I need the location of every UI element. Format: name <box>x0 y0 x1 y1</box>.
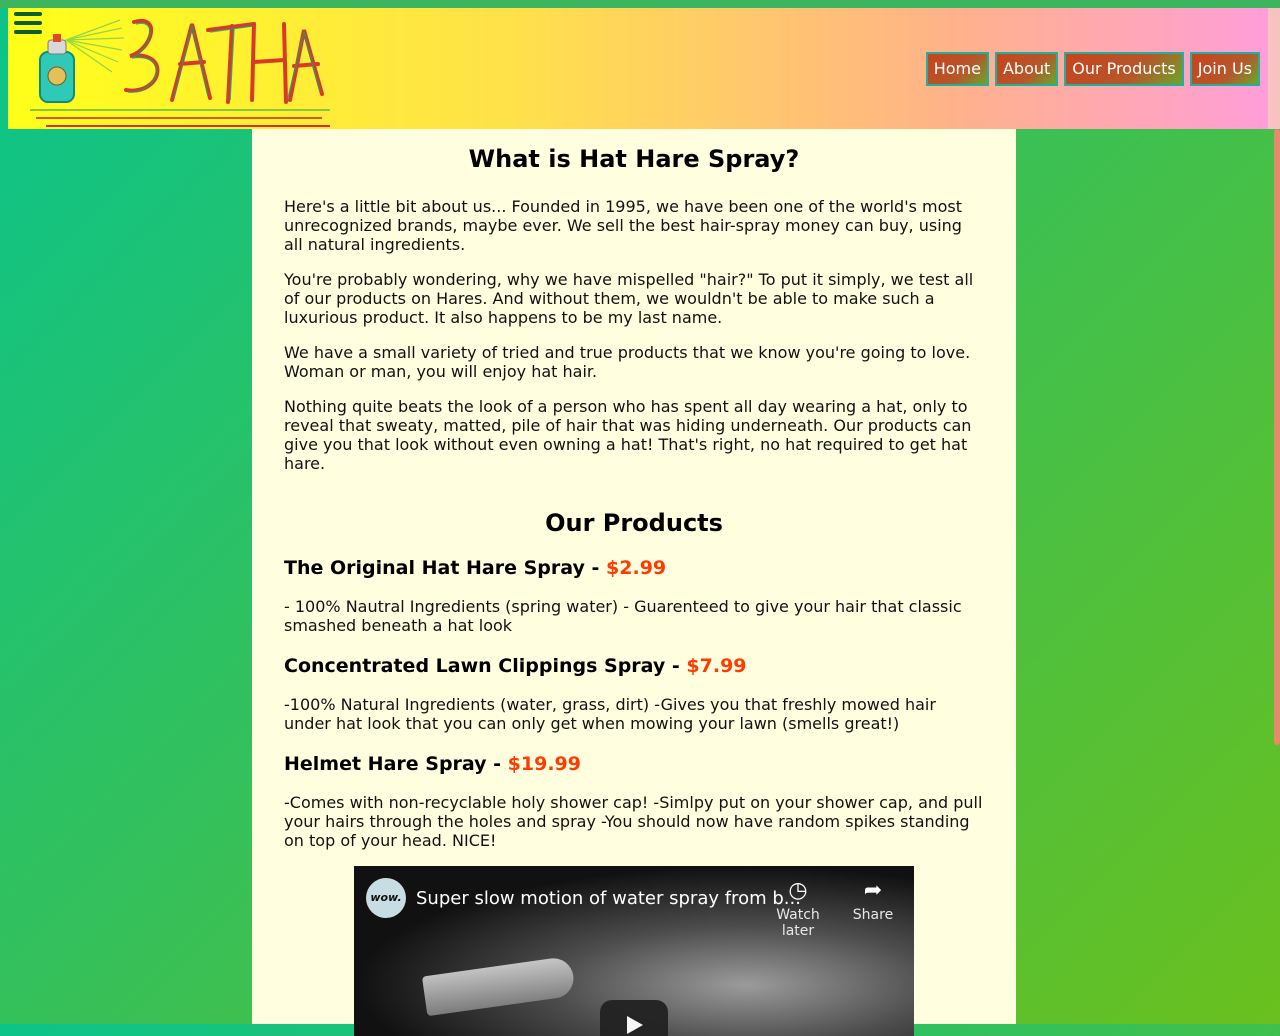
video-thumbnail-spray-bottle <box>421 955 577 1017</box>
nav-join-us-button[interactable]: Join Us <box>1189 52 1260 86</box>
share-label: Share <box>852 907 894 923</box>
nav-our-products-button[interactable]: Our Products <box>1064 52 1184 86</box>
site-header: Home About Our Products Join Us <box>8 8 1268 129</box>
video-title[interactable]: Super slow motion of water spray from b.… <box>416 888 801 909</box>
top-strip <box>0 0 1280 8</box>
product-description: -Comes with non-recyclable holy shower c… <box>284 793 983 850</box>
product-description: - 100% Nautral Ingredients (spring water… <box>284 597 962 635</box>
product-description: -100% Natural Ingredients (water, grass,… <box>284 695 936 733</box>
main-content: What is Hat Hare Spray? Here's a little … <box>252 129 1016 1036</box>
hathar-logo[interactable] <box>22 10 332 128</box>
product-price: $19.99 <box>507 753 581 775</box>
product-name: Concentrated Lawn Clippings Spray - <box>284 655 687 677</box>
channel-avatar[interactable]: wow. <box>366 878 406 918</box>
nav-about-button[interactable]: About <box>994 52 1059 86</box>
product-name: The Original Hat Hare Spray - <box>284 557 607 579</box>
product-heading: Concentrated Lawn Clippings Spray - $7.9… <box>284 655 984 677</box>
about-title: What is Hat Hare Spray? <box>468 145 800 173</box>
product-price: $2.99 <box>606 557 667 579</box>
share-button[interactable]: ➦ Share <box>837 878 909 923</box>
watch-later-label: Watch later <box>776 907 820 939</box>
watch-later-button[interactable]: ◷ Watch later <box>762 878 834 939</box>
product-heading: The Original Hat Hare Spray - $2.99 <box>284 557 984 579</box>
product-price: $7.99 <box>686 655 747 677</box>
about-paragraph: You're probably wondering, why we have m… <box>284 270 974 327</box>
play-icon[interactable] <box>600 1000 668 1036</box>
about-paragraph: Nothing quite beats the look of a person… <box>284 397 972 473</box>
main-nav: Home About Our Products Join Us <box>925 52 1260 86</box>
product-name: Helmet Hare Spray - <box>284 753 508 775</box>
page-scrollbar[interactable] <box>1274 129 1280 745</box>
header-edge <box>1268 8 1280 129</box>
nav-home-button[interactable]: Home <box>925 52 989 86</box>
clock-icon: ◷ <box>788 878 808 903</box>
products-title: Our Products <box>545 509 723 537</box>
about-paragraph: We have a small variety of tried and tru… <box>284 343 971 381</box>
product-heading: Helmet Hare Spray - $19.99 <box>284 753 984 775</box>
share-arrow-icon: ➦ <box>863 878 883 903</box>
about-paragraph: Here's a little bit about us... Founded … <box>284 197 963 254</box>
video-embed[interactable]: wow. Super slow motion of water spray fr… <box>354 866 914 1036</box>
